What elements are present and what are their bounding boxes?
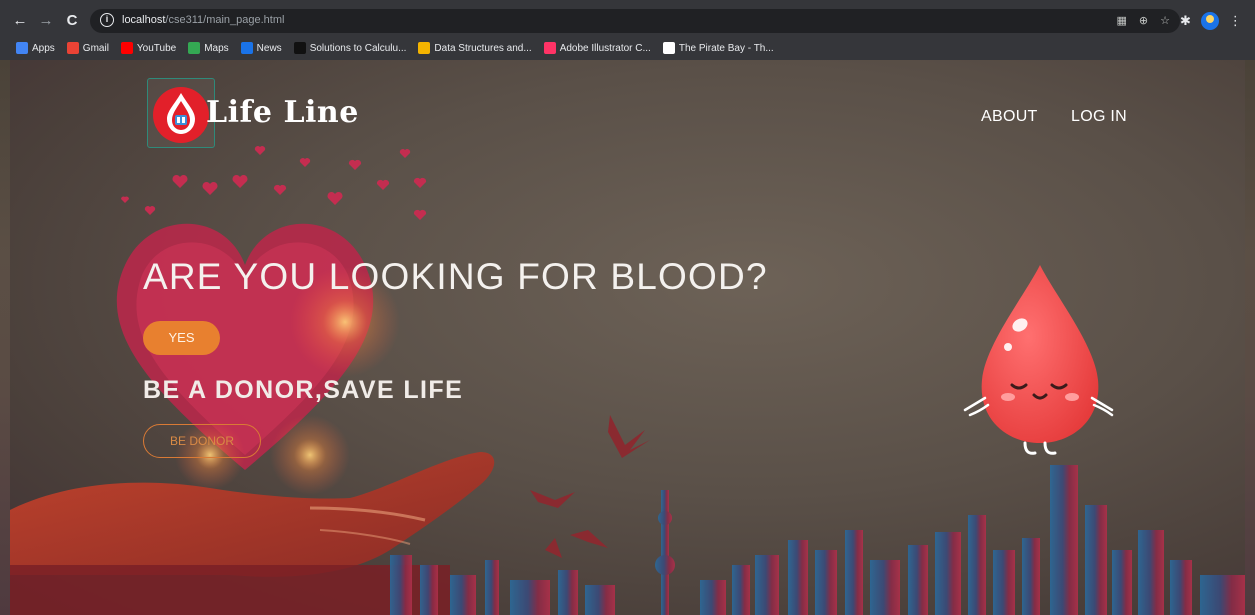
bookmark-label: The Pirate Bay - Th... bbox=[678, 42, 774, 54]
bookmark-favicon-icon bbox=[662, 42, 675, 54]
address-bar[interactable]: i localhost/cse311/main_page.html ▦ ⊕ ☆ bbox=[90, 9, 1180, 33]
bookmark-item[interactable]: Adobe Illustrator C... bbox=[543, 39, 651, 57]
translate-icon[interactable]: ▦ bbox=[1117, 13, 1127, 29]
yes-button[interactable]: YES bbox=[143, 321, 220, 355]
blood-drop-logo-icon bbox=[153, 87, 209, 143]
bookmark-item[interactable]: News bbox=[240, 39, 282, 57]
bookmark-favicon-icon bbox=[543, 42, 556, 54]
zoom-icon[interactable]: ⊕ bbox=[1139, 13, 1148, 29]
be-donor-button[interactable]: BE DONOR bbox=[143, 424, 261, 458]
bookmark-favicon-icon bbox=[16, 42, 28, 54]
bookmark-item[interactable]: YouTube bbox=[120, 39, 177, 57]
bookmark-label: Solutions to Calculu... bbox=[309, 42, 407, 54]
nav-link-about[interactable]: ABOUT bbox=[981, 108, 1038, 130]
bookmark-item[interactable]: Gmail bbox=[66, 39, 109, 57]
bookmarks-bar: Apps Gmail YouTube Maps News Solutions to Cal… bbox=[0, 38, 1255, 58]
flying-birds-illustration bbox=[530, 415, 650, 558]
bookmark-label: Data Structures and... bbox=[434, 42, 532, 54]
logo-frame[interactable] bbox=[147, 78, 215, 148]
extensions-area: ✱ ⋮ bbox=[1180, 11, 1242, 31]
url-host: localhost bbox=[122, 14, 166, 26]
bookmark-item[interactable]: The Pirate Bay - Th... bbox=[662, 39, 774, 57]
bookmark-favicon-icon bbox=[188, 42, 201, 54]
address-bar-row: ← → C i localhost/cse311/main_page.html … bbox=[0, 8, 1255, 34]
bookmark-label: Adobe Illustrator C... bbox=[559, 42, 651, 54]
page-viewport: Life Line ABOUT LOG IN ARE YOU LOOKING F… bbox=[0, 60, 1255, 615]
omnibox-actions: ▦ ⊕ ☆ bbox=[1117, 13, 1171, 29]
logo-word-life: Life bbox=[206, 95, 273, 130]
forward-arrow-icon[interactable]: → bbox=[36, 11, 56, 31]
bookmark-label: YouTube bbox=[136, 42, 177, 54]
browser-chrome: ← → C i localhost/cse311/main_page.html … bbox=[0, 0, 1255, 60]
site-logo-title[interactable]: Life Line bbox=[206, 95, 359, 130]
url-path: /cse311/main_page.html bbox=[165, 14, 285, 26]
url-text: localhost/cse311/main_page.html bbox=[122, 14, 284, 26]
bookmark-favicon-icon bbox=[418, 42, 431, 54]
hero-subheadline: BE A DONOR,SAVE LIFE bbox=[143, 376, 464, 404]
reload-icon[interactable]: C bbox=[62, 11, 82, 31]
hero-headline: ARE YOU LOOKING FOR BLOOD? bbox=[143, 256, 768, 297]
nav-link-login[interactable]: LOG IN bbox=[1071, 108, 1127, 130]
bookmark-label: Gmail bbox=[82, 42, 109, 54]
bookmark-label: Apps bbox=[32, 42, 55, 54]
chrome-menu-icon[interactable]: ⋮ bbox=[1229, 11, 1242, 31]
city-skyline-illustration bbox=[390, 465, 1245, 615]
blood-drop-mascot-illustration bbox=[963, 265, 1114, 455]
back-arrow-icon[interactable]: ← bbox=[10, 11, 30, 31]
bookmark-label: News bbox=[256, 42, 282, 54]
site-info-icon[interactable]: i bbox=[100, 13, 114, 27]
star-bookmark-icon[interactable]: ☆ bbox=[1160, 13, 1170, 29]
bookmark-favicon-icon bbox=[120, 42, 133, 54]
hero-section: Life Line ABOUT LOG IN ARE YOU LOOKING F… bbox=[10, 60, 1245, 615]
bookmark-item[interactable]: Data Structures and... bbox=[418, 39, 532, 57]
hand-illustration bbox=[10, 452, 495, 577]
extensions-puzzle-icon[interactable]: ✱ bbox=[1180, 11, 1191, 31]
bookmark-item[interactable]: Maps bbox=[188, 39, 229, 57]
bookmark-favicon-icon bbox=[240, 42, 253, 54]
bookmark-item[interactable]: Apps bbox=[16, 39, 55, 57]
bookmark-favicon-icon bbox=[66, 42, 79, 54]
bookmark-label: Maps bbox=[204, 42, 229, 54]
profile-avatar-icon[interactable] bbox=[1200, 12, 1219, 30]
logo-word-line: Line bbox=[283, 95, 359, 130]
bookmark-item[interactable]: Solutions to Calculu... bbox=[293, 39, 407, 57]
bookmark-favicon-icon bbox=[293, 42, 306, 54]
